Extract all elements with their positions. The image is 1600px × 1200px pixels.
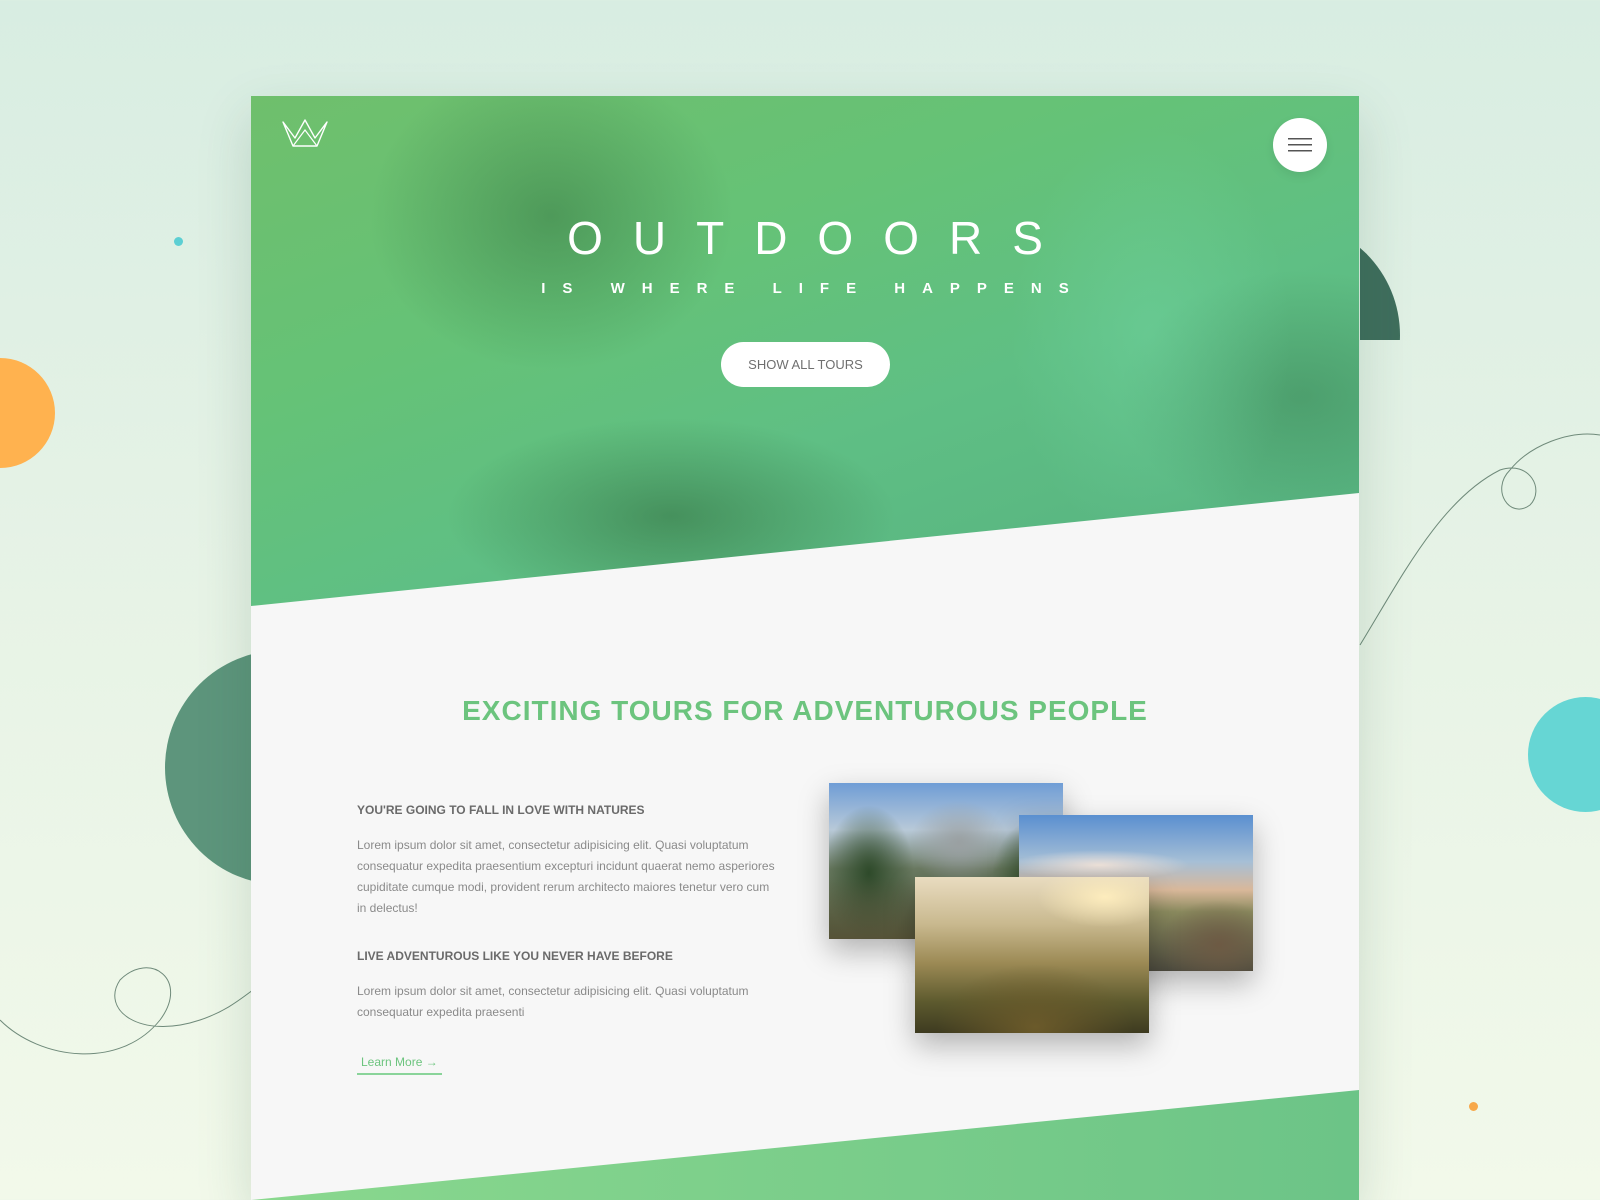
block-heading: YOU'RE GOING TO FALL IN LOVE WITH NATURE… [357,803,645,817]
block-heading: LIVE ADVENTUROUS LIKE YOU NEVER HAVE BEF… [357,949,673,963]
show-all-tours-button[interactable]: SHOW ALL TOURS [721,342,890,387]
decor-teal-dot [174,237,183,246]
landing-page-card: OUTDOORS IS WHERE LIFE HAPPENS SHOW ALL … [251,96,1359,1200]
block-body: Lorem ipsum dolor sit amet, consectetur … [357,984,749,1019]
hamburger-menu-icon [1288,138,1312,152]
section-title: EXCITING TOURS FOR ADVENTUROUS PEOPLE [462,695,1148,726]
footer-diagonal-band [251,1090,1359,1200]
decor-orange-circle [0,358,55,468]
decor-orange-dot [1469,1102,1478,1111]
hero-subtitle: IS WHERE LIFE HAPPENS [541,280,1086,297]
decor-dark-green-circle-right [1360,220,1410,340]
decor-teal-circle [1528,697,1600,812]
learn-more-link[interactable]: Learn More → [357,1055,442,1075]
block-body: Lorem ipsum dolor sit amet, consectetur … [357,838,775,915]
menu-button[interactable] [1273,118,1327,172]
hero-title: OUTDOORS [567,212,1073,264]
text-column: YOU'RE GOING TO FALL IN LOVE WITH NATURE… [357,803,777,1075]
crown-logo-icon[interactable] [281,116,329,148]
photo-mountain-ridge [915,877,1149,1033]
